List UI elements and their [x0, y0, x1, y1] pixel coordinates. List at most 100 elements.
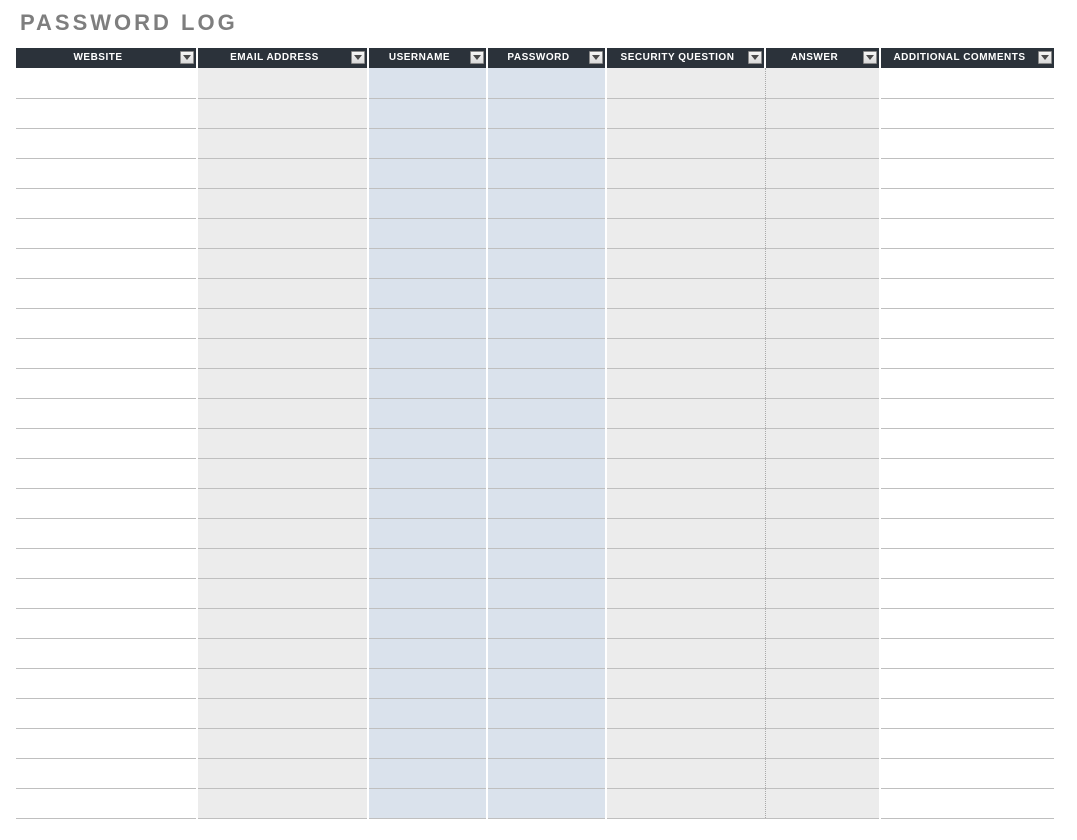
cell-input[interactable] — [766, 519, 880, 548]
cell-input[interactable] — [881, 369, 1054, 398]
cell-input[interactable] — [488, 549, 605, 578]
cell-input[interactable] — [766, 789, 880, 818]
cell-input[interactable] — [16, 669, 196, 698]
cell-input[interactable] — [488, 699, 605, 728]
cell-input[interactable] — [369, 639, 486, 668]
cell-input[interactable] — [607, 339, 765, 368]
cell-input[interactable] — [488, 399, 605, 428]
cell-input[interactable] — [766, 429, 880, 458]
cell-input[interactable] — [369, 68, 486, 98]
cell-input[interactable] — [369, 369, 486, 398]
cell-input[interactable] — [607, 549, 765, 578]
cell-input[interactable] — [16, 189, 196, 218]
cell-input[interactable] — [607, 68, 765, 98]
cell-input[interactable] — [16, 249, 196, 278]
cell-input[interactable] — [881, 669, 1054, 698]
cell-input[interactable] — [198, 309, 367, 338]
cell-input[interactable] — [198, 399, 367, 428]
cell-input[interactable] — [488, 309, 605, 338]
cell-input[interactable] — [198, 699, 367, 728]
cell-input[interactable] — [766, 549, 880, 578]
cell-input[interactable] — [198, 519, 367, 548]
cell-input[interactable] — [16, 489, 196, 518]
cell-input[interactable] — [488, 609, 605, 638]
cell-input[interactable] — [766, 639, 880, 668]
cell-input[interactable] — [198, 729, 367, 758]
cell-input[interactable] — [198, 68, 367, 98]
cell-input[interactable] — [766, 699, 880, 728]
cell-input[interactable] — [488, 789, 605, 818]
cell-input[interactable] — [607, 249, 765, 278]
cell-input[interactable] — [766, 68, 880, 98]
cell-input[interactable] — [881, 249, 1054, 278]
cell-input[interactable] — [607, 519, 765, 548]
cell-input[interactable] — [488, 159, 605, 188]
cell-input[interactable] — [607, 399, 765, 428]
cell-input[interactable] — [607, 699, 765, 728]
cell-input[interactable] — [881, 68, 1054, 98]
cell-input[interactable] — [881, 189, 1054, 218]
cell-input[interactable] — [198, 339, 367, 368]
cell-input[interactable] — [488, 369, 605, 398]
cell-input[interactable] — [198, 369, 367, 398]
cell-input[interactable] — [766, 249, 880, 278]
cell-input[interactable] — [369, 249, 486, 278]
cell-input[interactable] — [369, 189, 486, 218]
cell-input[interactable] — [198, 669, 367, 698]
cell-input[interactable] — [369, 489, 486, 518]
cell-input[interactable] — [16, 579, 196, 608]
cell-input[interactable] — [607, 309, 765, 338]
cell-input[interactable] — [881, 459, 1054, 488]
cell-input[interactable] — [16, 68, 196, 98]
cell-input[interactable] — [16, 159, 196, 188]
cell-input[interactable] — [766, 669, 880, 698]
cell-input[interactable] — [607, 669, 765, 698]
cell-input[interactable] — [607, 279, 765, 308]
cell-input[interactable] — [198, 489, 367, 518]
cell-input[interactable] — [198, 219, 367, 248]
cell-input[interactable] — [488, 459, 605, 488]
cell-input[interactable] — [16, 129, 196, 158]
cell-input[interactable] — [766, 729, 880, 758]
cell-input[interactable] — [881, 639, 1054, 668]
filter-button-security-question[interactable] — [748, 51, 762, 64]
cell-input[interactable] — [766, 309, 880, 338]
cell-input[interactable] — [881, 789, 1054, 818]
cell-input[interactable] — [881, 729, 1054, 758]
cell-input[interactable] — [607, 759, 765, 788]
filter-button-username[interactable] — [470, 51, 484, 64]
cell-input[interactable] — [369, 129, 486, 158]
cell-input[interactable] — [16, 789, 196, 818]
filter-button-password[interactable] — [589, 51, 603, 64]
cell-input[interactable] — [881, 759, 1054, 788]
cell-input[interactable] — [766, 609, 880, 638]
cell-input[interactable] — [881, 549, 1054, 578]
cell-input[interactable] — [16, 699, 196, 728]
cell-input[interactable] — [198, 129, 367, 158]
cell-input[interactable] — [881, 489, 1054, 518]
cell-input[interactable] — [198, 639, 367, 668]
filter-button-website[interactable] — [180, 51, 194, 64]
cell-input[interactable] — [488, 579, 605, 608]
cell-input[interactable] — [16, 309, 196, 338]
cell-input[interactable] — [488, 68, 605, 98]
cell-input[interactable] — [16, 369, 196, 398]
cell-input[interactable] — [881, 159, 1054, 188]
cell-input[interactable] — [881, 279, 1054, 308]
cell-input[interactable] — [16, 459, 196, 488]
filter-button-comments[interactable] — [1038, 51, 1052, 64]
cell-input[interactable] — [766, 399, 880, 428]
cell-input[interactable] — [198, 189, 367, 218]
cell-input[interactable] — [16, 549, 196, 578]
cell-input[interactable] — [198, 789, 367, 818]
cell-input[interactable] — [369, 99, 486, 128]
cell-input[interactable] — [607, 99, 765, 128]
cell-input[interactable] — [369, 669, 486, 698]
cell-input[interactable] — [369, 429, 486, 458]
cell-input[interactable] — [766, 369, 880, 398]
cell-input[interactable] — [488, 99, 605, 128]
cell-input[interactable] — [881, 129, 1054, 158]
filter-button-answer[interactable] — [863, 51, 877, 64]
cell-input[interactable] — [607, 609, 765, 638]
cell-input[interactable] — [369, 759, 486, 788]
